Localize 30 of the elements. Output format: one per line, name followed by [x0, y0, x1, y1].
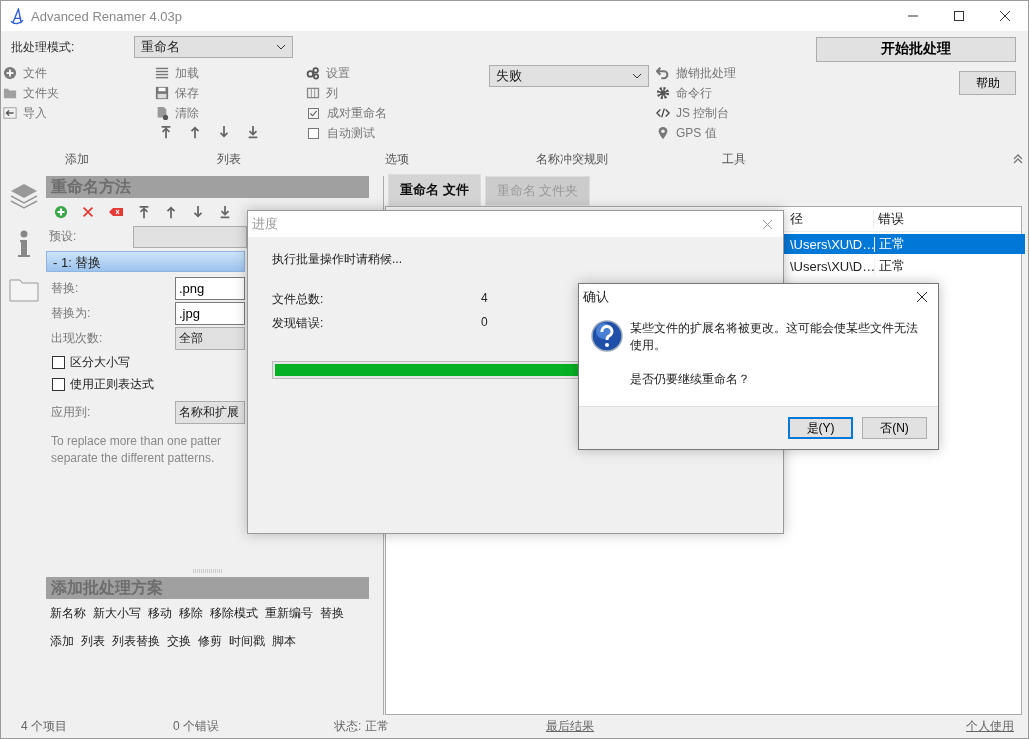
dialog-message: 某些文件的扩展名将被更改。这可能会使某些文件无法使用。 — [630, 320, 919, 354]
stat-label: 发现错误: — [272, 315, 325, 332]
help-text: To replace more than one patter — [51, 433, 223, 450]
stat-label: 文件总数: — [272, 291, 325, 308]
batch-mode-label: 批处理模式: — [10, 38, 76, 56]
window-title: Advanced Renamer 4.03p — [31, 8, 183, 24]
item-count: 4 个项目 — [20, 718, 68, 735]
table-cell-text: 正常 — [878, 257, 906, 275]
status-text: 状态: 正常 — [333, 718, 390, 735]
group-label: 添加 — [64, 150, 90, 168]
table-cell: \Users\XU\D… — [786, 258, 875, 274]
progress-message: 执行批量操作时请稍候... — [272, 251, 403, 268]
dialog-question: 是否仍要继续重命名？ — [630, 371, 751, 388]
group-label: 名称冲突规则 — [534, 150, 609, 168]
dialog-title: 进度 — [252, 215, 278, 233]
group-label: 列表 — [215, 150, 242, 168]
stat-value: 4 — [481, 291, 488, 307]
table-cell-text: 正常 — [878, 235, 906, 253]
group-label: 选项 — [383, 150, 410, 168]
help-text: separate the different patterns. — [51, 450, 216, 467]
stat-value: 0 — [481, 315, 488, 331]
field-label: 预设: — [48, 228, 78, 245]
dialog-title: 确认 — [583, 288, 609, 306]
table-cell: \Users\XU\D… — [786, 236, 875, 252]
group-label: 工具 — [721, 150, 747, 168]
field-label: 替换为: — [50, 305, 92, 322]
error-count: 0 个错误 — [172, 718, 220, 735]
field-label: 出现次数: — [50, 330, 104, 347]
field-label: 替换: — [50, 280, 80, 297]
field-label: 应用到: — [50, 403, 92, 421]
